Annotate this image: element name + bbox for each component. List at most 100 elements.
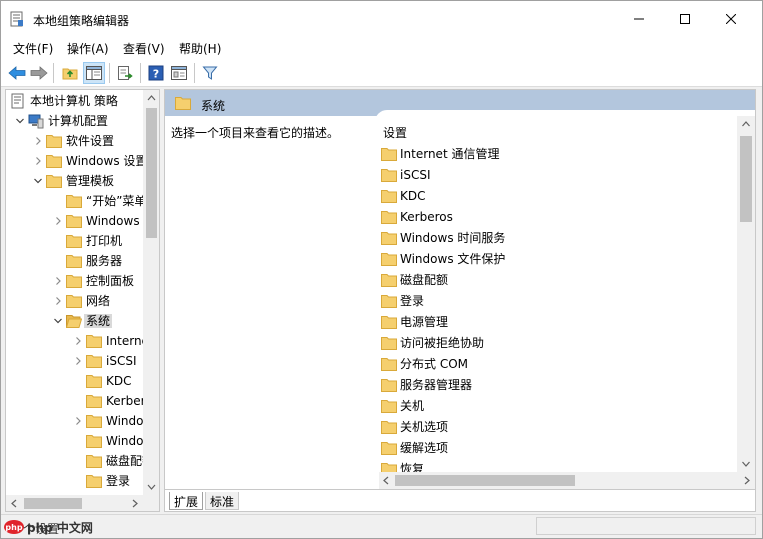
navigation-tree[interactable]: 本地计算机 策略计算机配置软件设置 Windows 设置管理模板 “开始”菜单 Win… <box>5 89 160 512</box>
filter-button[interactable] <box>199 62 221 84</box>
menu-help[interactable]: 帮助(H) <box>179 40 221 57</box>
svg-text:php: php <box>5 523 22 532</box>
list-vertical-scrollbar[interactable] <box>737 116 755 472</box>
status-text: 个设置 <box>23 522 60 536</box>
export-list-button[interactable] <box>114 62 136 84</box>
tree-item-label: KDC <box>106 374 132 388</box>
list-horizontal-scrollbar[interactable] <box>379 472 755 489</box>
menu-file[interactable]: 文件(F) <box>13 40 53 57</box>
chevron-right-icon[interactable] <box>32 135 44 147</box>
folder-icon <box>66 274 82 288</box>
chevron-right-icon[interactable] <box>32 155 44 167</box>
folder-icon <box>381 231 397 245</box>
folder-icon <box>86 474 102 488</box>
chevron-down-icon[interactable] <box>32 175 44 187</box>
tree-item-label: 系统 <box>84 314 113 328</box>
tree-item[interactable]: 软件设置 <box>6 131 143 151</box>
chevron-right-icon[interactable] <box>52 295 64 307</box>
settings-list-item-label: 分布式 COM <box>400 357 468 371</box>
tree-item[interactable]: 打印机 <box>6 231 143 251</box>
close-button[interactable] <box>708 1 754 37</box>
settings-column-header[interactable]: 设置 <box>383 124 407 141</box>
tree-item[interactable]: 系统 <box>6 311 143 331</box>
folder-icon <box>66 214 82 228</box>
tree-item[interactable]: Kerberos <box>6 391 143 411</box>
properties-button[interactable] <box>168 62 190 84</box>
tree-item[interactable]: 控制面板 <box>6 271 143 291</box>
folder-icon <box>381 315 397 329</box>
folder-icon <box>46 154 62 168</box>
tree-item[interactable]: 管理模板 <box>6 171 143 191</box>
tree-item-label: Kerberos <box>106 394 143 408</box>
folder-icon <box>381 399 397 413</box>
tree-item-label: Internet 通信管理 <box>106 334 143 348</box>
menu-view[interactable]: 查看(V) <box>123 40 165 57</box>
help-button[interactable]: ? <box>145 62 167 84</box>
tree-item[interactable]: “开始”菜单 <box>6 191 143 211</box>
folder-icon <box>86 414 102 428</box>
tree-item[interactable]: Internet 通信管理 <box>6 331 143 351</box>
show-hide-tree-button[interactable] <box>83 62 105 84</box>
chevron-right-icon[interactable] <box>52 215 64 227</box>
list-hscroll-graphic <box>383 475 750 486</box>
minimize-button[interactable] <box>616 1 662 37</box>
tree-item[interactable]: Windows 时间服务 <box>6 411 143 431</box>
gpedit-app-icon <box>10 11 23 27</box>
tab-standard[interactable]: 标准 <box>205 492 240 510</box>
folder-icon <box>175 97 191 110</box>
tree-hscroll-graphic <box>11 498 138 509</box>
description-text: 选择一个项目来查看它的描述。 <box>171 126 340 140</box>
maximize-button[interactable] <box>662 1 708 37</box>
tab-extended[interactable]: 扩展 <box>169 492 204 510</box>
up-folder-button[interactable] <box>59 62 81 84</box>
tree-item[interactable]: 网络 <box>6 291 143 311</box>
details-pane: 系统 选择一个项目来查看它的描述。 设置 Internet 通信管理 iSCSI K… <box>164 89 756 512</box>
tree-item[interactable]: 服务器 <box>6 251 143 271</box>
tree-item[interactable]: 本地计算机 策略 <box>6 91 143 111</box>
menu-action[interactable]: 操作(A) <box>67 40 109 57</box>
toolbar-separator <box>109 63 110 83</box>
tree-item[interactable]: 登录 <box>6 471 143 491</box>
settings-list-item-label: 磁盘配额 <box>400 273 449 287</box>
close-icon <box>726 14 736 24</box>
tree-item-label: 计算机配置 <box>48 114 109 128</box>
folder-icon <box>381 210 397 224</box>
chevron-right-icon[interactable] <box>72 355 84 367</box>
tree-item-label: 控制面板 <box>86 274 135 288</box>
tree-item-label: “开始”菜单 <box>86 194 143 208</box>
tree-horizontal-scrollbar[interactable] <box>6 495 143 511</box>
tree-item[interactable]: Windows 组件 <box>6 211 143 231</box>
folder-icon <box>381 441 397 455</box>
folder-icon <box>381 420 397 434</box>
chevron-down-icon[interactable] <box>14 115 26 127</box>
settings-list-item-label: Internet 通信管理 <box>400 147 500 161</box>
tree-item[interactable]: iSCSI <box>6 351 143 371</box>
folder-icon <box>381 357 397 371</box>
chevron-down-icon[interactable] <box>52 315 64 327</box>
tree-vertical-scrollbar[interactable] <box>143 90 159 495</box>
tree-item[interactable]: KDC <box>6 371 143 391</box>
folder-icon <box>66 194 82 208</box>
forward-button[interactable] <box>28 62 50 84</box>
settings-list-item-label: Kerberos <box>400 210 453 224</box>
title-bar[interactable]: 本地组策略编辑器 <box>1 1 762 37</box>
tree-item[interactable]: Windows 文件保护 <box>6 431 143 451</box>
tree-item[interactable]: Windows 设置 <box>6 151 143 171</box>
back-button[interactable] <box>6 62 28 84</box>
status-panel <box>536 517 756 535</box>
tree-item-label: 打印机 <box>86 234 123 248</box>
tree-item[interactable]: 计算机配置 <box>6 111 143 131</box>
chevron-right-icon[interactable] <box>72 335 84 347</box>
properties-icon <box>171 66 187 80</box>
settings-list-item-label: Windows 时间服务 <box>400 231 506 245</box>
scrollbar-corner <box>143 495 159 511</box>
tree-item[interactable]: 磁盘配额 <box>6 451 143 471</box>
tree-item-label: Windows 设置 <box>66 154 143 168</box>
computer-icon <box>28 113 44 129</box>
chevron-right-icon[interactable] <box>52 275 64 287</box>
tree-item-label: Windows 组件 <box>86 214 143 228</box>
settings-list[interactable]: 设置 Internet 通信管理 iSCSI KDC Kerberos Windows … <box>375 110 755 490</box>
tree-item-label: 登录 <box>106 474 131 488</box>
up-folder-icon <box>62 68 78 80</box>
chevron-right-icon[interactable] <box>72 415 84 427</box>
